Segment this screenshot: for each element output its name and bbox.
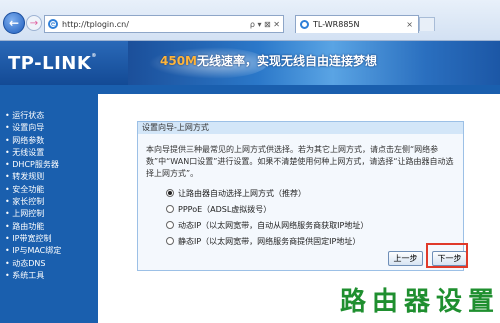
option-static-ip-label[interactable]: 静态IP（以太网宽带，网络服务商提供固定IP地址） (178, 236, 360, 247)
logo-text: TP-LINK (8, 53, 92, 74)
menu-item-ip-mac-binding[interactable]: IP与MAC绑定 (5, 245, 61, 257)
wizard-panel: 设置向导-上网方式 本向导提供三种最常见的上网方式供选择。若为其它上网方式，请点… (137, 121, 464, 271)
address-controls[interactable]: ρ ▾ ⊠ ✕ (247, 20, 283, 29)
option-pppoe[interactable]: PPPoE（ADSL虚拟拨号） (166, 201, 368, 217)
connection-type-options: 让路由器自动选择上网方式（推荐） PPPoE（ADSL虚拟拨号） 动态IP（以太… (166, 185, 368, 249)
tab-ie-icon (300, 20, 309, 29)
radio-static-ip[interactable] (166, 237, 174, 245)
menu-item-status[interactable]: 运行状态 (5, 110, 61, 122)
menu-item-security[interactable]: 安全功能 (5, 184, 61, 196)
menu-item-dhcp[interactable]: DHCP服务器 (5, 159, 61, 171)
panel-title: 设置向导-上网方式 (138, 122, 463, 134)
tab-title: TL-WR885N (313, 20, 360, 29)
radio-auto[interactable] (166, 189, 174, 197)
new-tab-button[interactable] (419, 17, 435, 31)
option-static-ip[interactable]: 静态IP（以太网宽带，网络服务商提供固定IP地址） (166, 233, 368, 249)
prev-button[interactable]: 上一步 (388, 251, 423, 266)
menu-item-parental[interactable]: 家长控制 (5, 196, 61, 208)
slogan-speed: 450M (160, 54, 197, 68)
tab-close-icon[interactable]: × (406, 20, 413, 29)
watermark-text: 路由器设置 (340, 287, 500, 317)
menu-item-ddns[interactable]: 动态DNS (5, 258, 61, 270)
option-dynamic-ip[interactable]: 动态IP（以太网宽带，自动从网络服务商获取IP地址） (166, 217, 368, 233)
back-arrow-icon: ← (8, 16, 20, 30)
forward-arrow-icon: → (29, 17, 39, 29)
address-url[interactable]: http://tplogin.cn/ (62, 20, 247, 29)
watermark: 路由器设置 (330, 273, 500, 323)
sidebar-menu: 运行状态 设置向导 网络参数 无线设置 DHCP服务器 转发规则 安全功能 家长… (5, 110, 61, 282)
banner-slogan: 450M无线速率，实现无线自由连接梦想 (160, 52, 377, 69)
option-auto-label[interactable]: 让路由器自动选择上网方式（推荐） (178, 188, 306, 199)
forward-button[interactable]: → (26, 15, 42, 31)
menu-item-routing[interactable]: 路由功能 (5, 221, 61, 233)
menu-item-system-tools[interactable]: 系统工具 (5, 270, 61, 282)
menu-item-wireless[interactable]: 无线设置 (5, 147, 61, 159)
next-button-highlight-box (426, 243, 468, 268)
option-pppoe-label[interactable]: PPPoE（ADSL虚拟拨号） (178, 204, 271, 215)
panel-description: 本向导提供三种最常见的上网方式供选择。若为其它上网方式，请点击左侧“网络参数”中… (146, 145, 454, 178)
slogan-text: 无线速率，实现无线自由连接梦想 (197, 54, 378, 68)
menu-item-network[interactable]: 网络参数 (5, 135, 61, 147)
address-bar[interactable]: e http://tplogin.cn/ ρ ▾ ⊠ ✕ (44, 15, 284, 33)
option-auto[interactable]: 让路由器自动选择上网方式（推荐） (166, 185, 368, 201)
browser-tab[interactable]: TL-WR885N × (295, 15, 419, 33)
option-dynamic-ip-label[interactable]: 动态IP（以太网宽带，自动从网络服务商获取IP地址） (178, 220, 368, 231)
header-strip (0, 85, 500, 94)
menu-item-access-control[interactable]: 上网控制 (5, 208, 61, 220)
tp-link-logo: TP-LINK® (8, 53, 97, 74)
radio-dynamic-ip[interactable] (166, 221, 174, 229)
ie-icon: e (48, 19, 58, 29)
logo-registered-mark: ® (91, 53, 97, 59)
back-button[interactable]: ← (3, 12, 25, 34)
menu-item-forwarding[interactable]: 转发规则 (5, 171, 61, 183)
menu-item-bandwidth[interactable]: IP带宽控制 (5, 233, 61, 245)
radio-pppoe[interactable] (166, 205, 174, 213)
menu-item-setup-wizard[interactable]: 设置向导 (5, 122, 61, 134)
